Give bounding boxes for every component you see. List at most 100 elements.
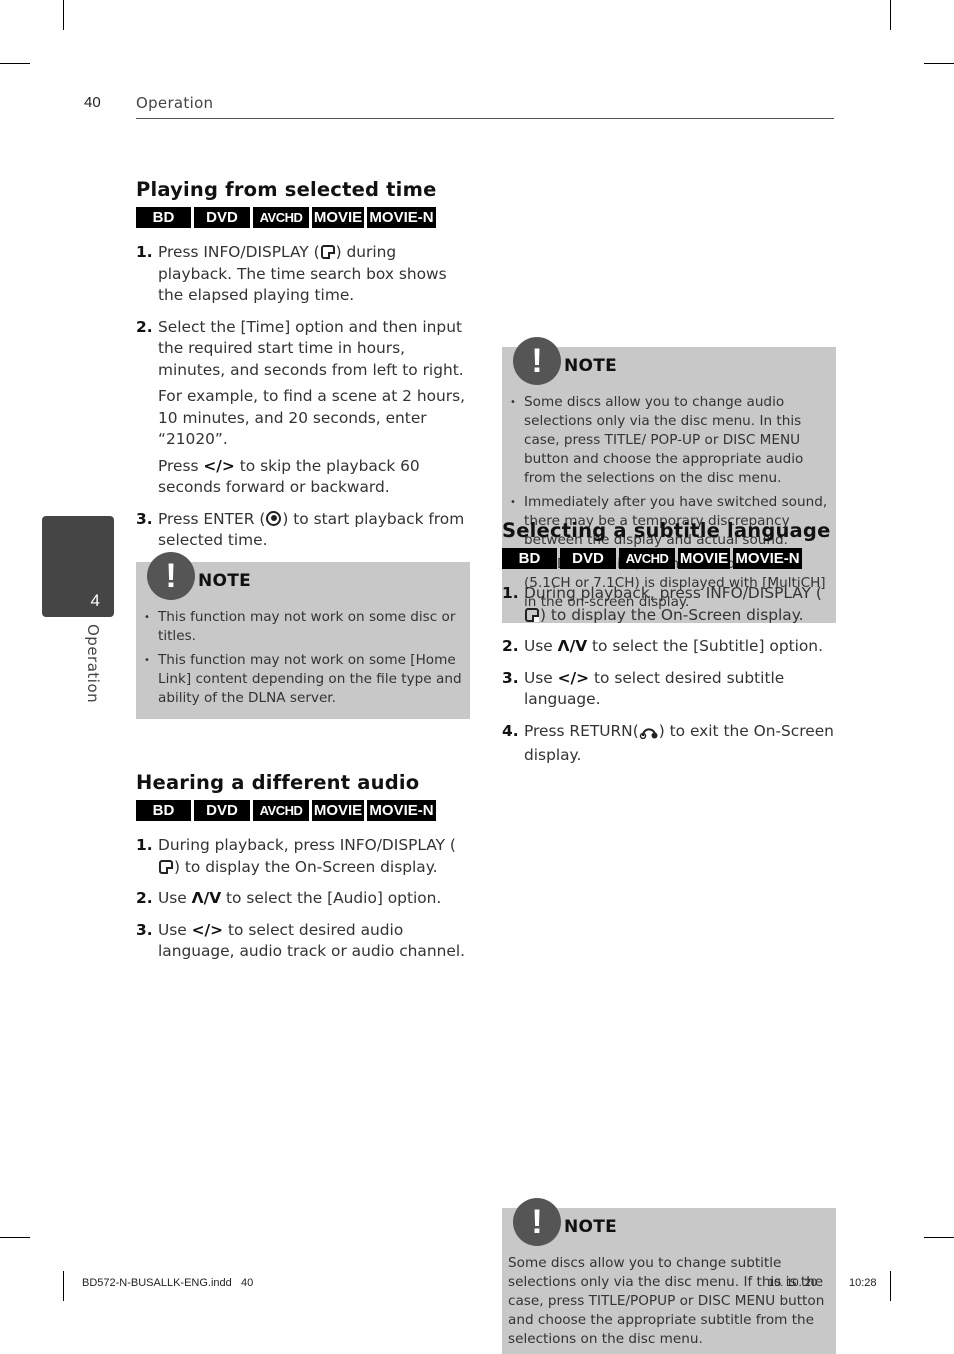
- step: 1. Press INFO/DISPLAY () during playback…: [136, 242, 470, 307]
- crop-mark: [63, 1271, 64, 1301]
- steps-list: 1. Press INFO/DISPLAY () during playback…: [136, 242, 470, 552]
- step: 3. Use </> to select desired audio langu…: [136, 920, 470, 963]
- step-text: ) to display the On-Screen display.: [174, 857, 438, 876]
- crop-mark: [890, 1271, 891, 1301]
- badge-movie: MOVIE: [678, 548, 730, 569]
- note-item: This function may not work on some disc …: [142, 608, 464, 646]
- step-number: 1.: [502, 584, 519, 602]
- step: 2. Use Λ/V to select the [Audio] option.: [136, 888, 470, 910]
- enter-icon: [266, 510, 282, 526]
- note-item: This function may not work on some [Home…: [142, 651, 464, 708]
- badge-movie: MOVIE: [312, 800, 364, 821]
- footer-time: 10:28: [849, 1277, 877, 1289]
- left-right-arrows-icon: </>: [203, 456, 235, 475]
- step-number: 3.: [136, 509, 153, 528]
- note-list: This function may not work on some disc …: [142, 608, 464, 708]
- note-title: NOTE: [564, 1217, 618, 1237]
- section-title: Selecting a subtitle language: [502, 519, 831, 542]
- badge-movie-n: MOVIE-N: [367, 800, 436, 821]
- badge-movie-n: MOVIE-N: [733, 548, 802, 569]
- badge-dvd: DVD: [194, 800, 250, 821]
- disc-badges: BD DVD AVCHD MOVIE MOVIE-N: [136, 800, 470, 821]
- note-title: NOTE: [198, 571, 252, 591]
- step-skip-text: Press </> to skip the playback 60 second…: [158, 456, 470, 499]
- left-right-arrows-icon: </>: [191, 920, 224, 939]
- step: 2. Use Λ/V to select the [Subtitle] opti…: [502, 636, 836, 658]
- section-audio: Hearing a different audio BD DVD AVCHD M…: [136, 772, 470, 973]
- badge-movie: MOVIE: [312, 207, 364, 228]
- steps-list: 1. During playback, press INFO/DISPLAY (…: [502, 583, 836, 767]
- step: 3. Use </> to select desired subtitle la…: [502, 668, 836, 711]
- chapter-tab: 4: [42, 516, 114, 617]
- step-number: 2.: [136, 889, 153, 907]
- return-icon: [639, 724, 659, 746]
- page-number: 40: [84, 94, 101, 111]
- badge-bd: BD: [502, 548, 557, 569]
- badge-dvd: DVD: [560, 548, 616, 569]
- step-number: 1.: [136, 243, 153, 261]
- step-text: Use: [158, 889, 192, 907]
- crop-mark: [0, 1237, 30, 1238]
- badge-avchd: AVCHD: [253, 800, 309, 821]
- chapter-number: 4: [90, 591, 100, 610]
- step-text: Press ENTER (: [158, 509, 266, 528]
- step-text: Press: [158, 456, 204, 475]
- note-box: ! NOTE This function may not work on som…: [136, 552, 470, 719]
- step-number: 2.: [502, 637, 519, 655]
- up-down-arrows-icon: Λ/V: [557, 637, 588, 655]
- step-number: 3.: [136, 920, 153, 939]
- section-title: Hearing a different audio: [136, 771, 420, 794]
- chapter-label: Operation: [84, 624, 102, 704]
- step-text: Use: [158, 920, 192, 939]
- header-rule: [136, 118, 834, 119]
- steps-list: 1. During playback, press INFO/DISPLAY (…: [136, 835, 470, 963]
- exclamation-icon: !: [147, 552, 195, 600]
- step: 3. Press ENTER () to start playback from…: [136, 509, 470, 552]
- step-text: Select the [Time] option and then input …: [158, 317, 464, 379]
- badge-avchd: AVCHD: [253, 207, 309, 228]
- info-display-icon: [320, 245, 335, 259]
- footer-date: 10. 10. 20: [768, 1277, 817, 1289]
- left-right-arrows-icon: </>: [557, 668, 590, 687]
- section-subtitle: Selecting a subtitle language BD DVD AVC…: [502, 520, 836, 777]
- step-text: During playback, press INFO/DISPLAY (: [158, 836, 456, 854]
- footer-filename: BD572-N-BUSALLK-ENG.indd 40: [82, 1277, 254, 1289]
- step-text: to select the [Audio] option.: [221, 889, 442, 907]
- info-display-icon: [159, 859, 173, 874]
- badge-movie-n: MOVIE-N: [367, 207, 436, 228]
- step: 4. Press RETURN() to exit the On-Screen …: [502, 721, 836, 767]
- badge-dvd: DVD: [194, 207, 250, 228]
- step-text: ) to display the On-Screen display.: [540, 605, 804, 624]
- disc-badges: BD DVD AVCHD MOVIE MOVIE-N: [136, 207, 470, 228]
- running-head: Operation: [136, 94, 214, 112]
- info-display-icon: [525, 607, 539, 622]
- step: 2. Select the [Time] option and then inp…: [136, 317, 470, 499]
- step-number: 2.: [136, 317, 153, 336]
- step-number: 3.: [502, 668, 519, 687]
- step: 1. During playback, press INFO/DISPLAY (…: [136, 835, 470, 878]
- badge-bd: BD: [136, 207, 191, 228]
- up-down-arrows-icon: Λ/V: [191, 889, 222, 907]
- step-text: Use: [524, 637, 558, 655]
- exclamation-icon: !: [513, 337, 561, 385]
- badge-avchd: AVCHD: [619, 548, 675, 569]
- crop-mark: [924, 1237, 954, 1238]
- note-text: Some discs allow you to change subtitle …: [508, 1255, 825, 1347]
- section-title: Playing from selected time: [136, 178, 437, 201]
- step-text: Press RETURN(: [524, 721, 639, 740]
- badge-bd: BD: [136, 800, 191, 821]
- crop-mark: [890, 0, 891, 30]
- section-playing-time: Playing from selected time BD DVD AVCHD …: [136, 179, 470, 562]
- exclamation-icon: !: [513, 1198, 561, 1246]
- crop-mark: [0, 63, 30, 64]
- step-example: For example, to find a scene at 2 hours,…: [158, 387, 466, 448]
- step-text: Press INFO/DISPLAY (: [158, 243, 320, 261]
- note-item: Some discs allow you to change audio sel…: [508, 393, 830, 488]
- step-text: to select the [Subtitle] option.: [587, 637, 823, 655]
- step: 1. During playback, press INFO/DISPLAY (…: [502, 583, 836, 626]
- step-text: Use: [524, 668, 558, 687]
- step-text: During playback, press INFO/DISPLAY (: [524, 584, 822, 602]
- step-number: 4.: [502, 721, 519, 740]
- crop-mark: [63, 0, 64, 30]
- step-number: 1.: [136, 836, 153, 854]
